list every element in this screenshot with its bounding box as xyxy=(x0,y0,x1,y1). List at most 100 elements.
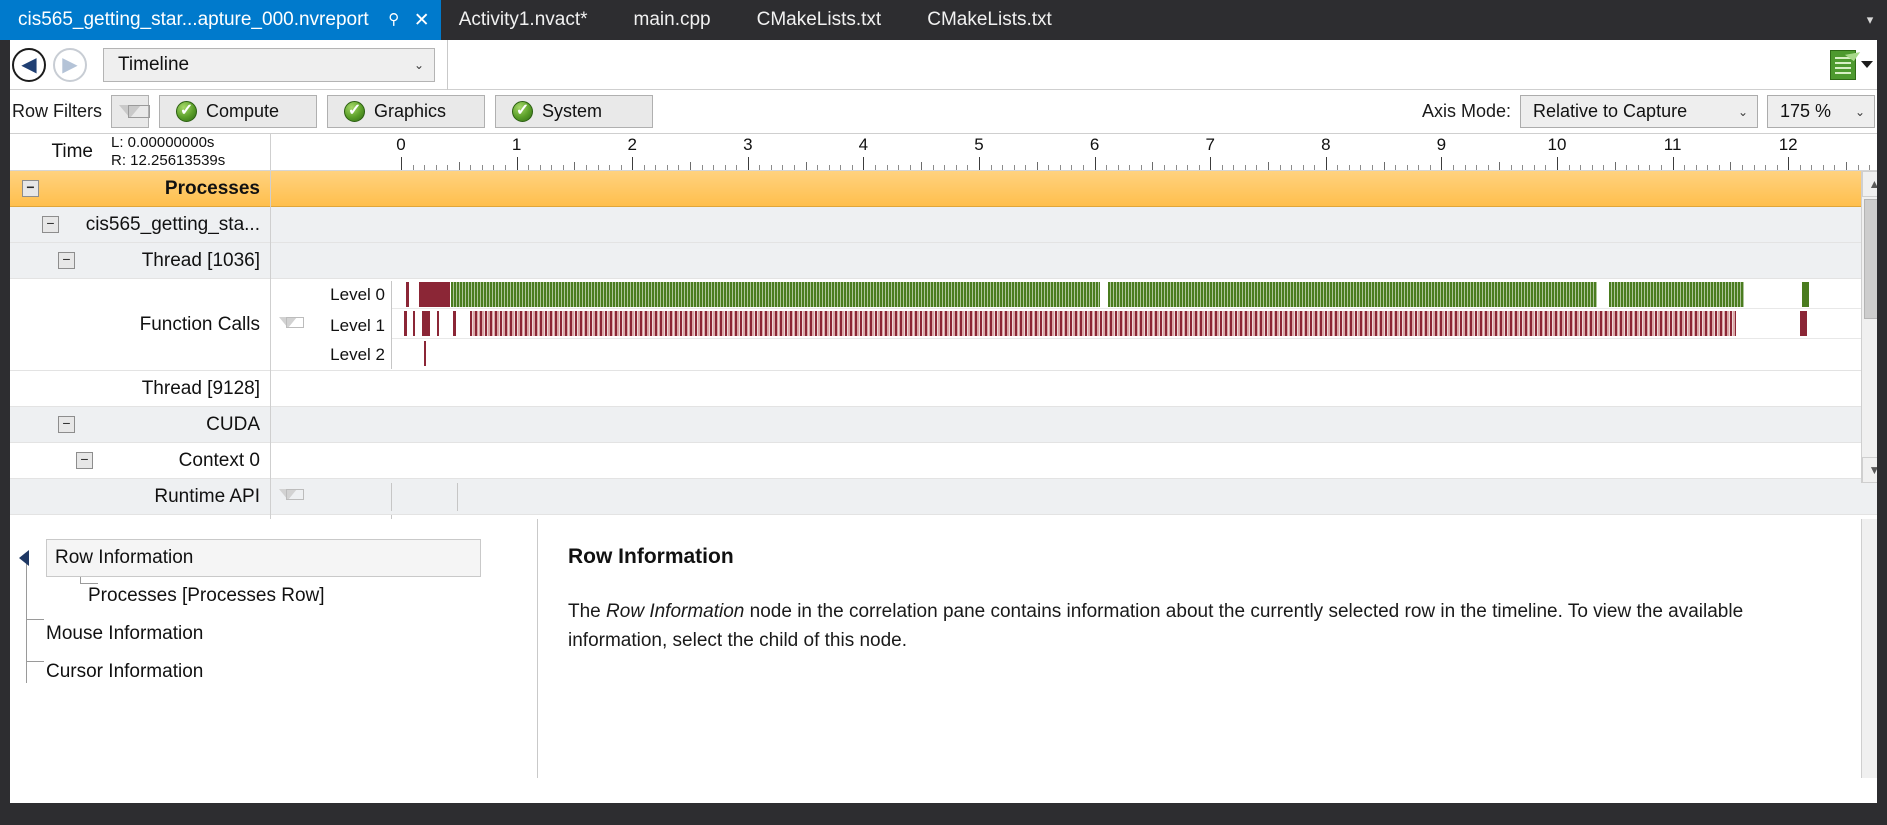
back-button[interactable]: ◀ xyxy=(12,47,46,82)
timeline-row-function-calls[interactable]: Function Calls xyxy=(0,279,270,371)
ruler-tick-minor xyxy=(828,165,830,170)
ruler-tick-minor xyxy=(574,162,576,170)
ruler-tick-minor xyxy=(1684,165,1686,170)
filter-graphics-button[interactable]: Graphics xyxy=(327,95,486,128)
lane-context-0[interactable] xyxy=(271,443,1887,479)
expander-icon[interactable]: − xyxy=(76,452,93,469)
timeline-lanes[interactable]: Level 0 Level 1 Level 2 xyxy=(270,171,1887,520)
pin-icon[interactable]: ⚲ xyxy=(381,7,407,33)
lane-function-calls[interactable]: Level 0 Level 1 Level 2 xyxy=(271,279,1887,371)
ruler-tick-major xyxy=(1788,157,1790,170)
timeline-span[interactable] xyxy=(405,282,410,307)
triangle-collapse-icon[interactable] xyxy=(19,550,29,566)
ruler-tick-minor xyxy=(1291,165,1293,170)
ruler-tick-minor xyxy=(874,165,876,170)
correlation-node-processes-row[interactable]: Processes [Processes Row] xyxy=(0,577,537,615)
ruler-tick-minor xyxy=(724,165,726,170)
timeline-row-processes[interactable]: − Processes xyxy=(0,171,270,207)
axis-mode-label: Axis Mode: xyxy=(1421,101,1511,121)
tab-main-cpp[interactable]: main.cpp xyxy=(616,0,739,40)
ruler-tick-minor xyxy=(1834,165,1836,170)
timeline-row-thread-1036[interactable]: − Thread [1036] xyxy=(0,243,270,279)
lane-cuda[interactable] xyxy=(271,407,1887,443)
timeline-span[interactable] xyxy=(1802,282,1809,307)
tab-label: CMakeLists.txt xyxy=(927,9,1052,30)
level-labels: Level 0 Level 1 Level 2 xyxy=(313,279,391,370)
correlation-node-cursor-information[interactable]: Cursor Information xyxy=(0,653,537,691)
report-tools-button[interactable] xyxy=(1830,40,1873,89)
lane-level-1[interactable] xyxy=(392,311,1887,336)
ruler-tick-minor xyxy=(562,165,564,170)
ruler-tick-label: 3 xyxy=(743,135,753,154)
zoom-level-select[interactable]: 175 % ⌄ xyxy=(1767,95,1875,128)
timeline-row-cuda[interactable]: − CUDA xyxy=(0,407,270,443)
tab-nvreport[interactable]: cis565_getting_star...apture_000.nvrepor… xyxy=(0,0,441,40)
axis-mode-select[interactable]: Relative to Capture ⌄ xyxy=(1520,95,1758,128)
row-label: cis565_getting_sta... xyxy=(85,213,260,235)
row-filter-funnel-button[interactable] xyxy=(111,95,151,128)
time-ruler[interactable]: 0 1 2 3 4 5 6 7 8 9 10 11 12 xyxy=(270,134,1887,170)
lane-filter-button[interactable] xyxy=(279,316,304,333)
node-label: Row Information xyxy=(55,547,194,568)
lane-level-2[interactable] xyxy=(392,341,1887,366)
timeline-span-ticks xyxy=(450,282,1101,307)
funnel-icon xyxy=(119,105,151,118)
filter-graphics-label: Graphics xyxy=(374,101,447,121)
tab-overflow-chevron-down-icon[interactable]: ▾ xyxy=(1853,0,1887,40)
ruler-tick-minor xyxy=(1499,162,1501,170)
lane-filter-button[interactable] xyxy=(279,488,304,505)
tab-cmakelists-1[interactable]: CMakeLists.txt xyxy=(739,0,910,40)
lane-thread-1036[interactable] xyxy=(271,243,1887,279)
timeline-row-context-0[interactable]: − Context 0 xyxy=(0,443,270,479)
lane-runtime-api[interactable] xyxy=(271,479,1887,515)
timeline-span[interactable] xyxy=(419,282,450,307)
ruler-tick-minor xyxy=(840,165,842,170)
expander-icon[interactable]: − xyxy=(22,180,39,197)
tab-activity1[interactable]: Activity1.nvact* xyxy=(441,0,616,40)
ruler-tick-minor xyxy=(1603,165,1605,170)
correlation-node-mouse-information[interactable]: Mouse Information xyxy=(0,615,537,653)
filter-system-button[interactable]: System xyxy=(495,95,654,128)
timeline-span[interactable] xyxy=(453,311,457,336)
expander-icon[interactable]: − xyxy=(42,216,59,233)
ruler-tick-major xyxy=(747,157,749,170)
ruler-tick-minor xyxy=(1822,165,1824,170)
ruler-tick-label: 12 xyxy=(1778,135,1798,154)
ruler-tick-minor xyxy=(1395,165,1397,170)
tab-label: CMakeLists.txt xyxy=(756,9,882,30)
ruler-tick-minor xyxy=(1707,165,1709,170)
ruler-tick-minor xyxy=(1649,165,1651,170)
check-circle-icon xyxy=(176,100,198,122)
timeline-span[interactable] xyxy=(1799,311,1807,336)
ruler-tick-minor xyxy=(1106,165,1108,170)
timeline-span[interactable] xyxy=(424,341,427,366)
chevron-down-icon[interactable] xyxy=(1861,61,1873,68)
timeline-row-thread-9128[interactable]: Thread [9128] xyxy=(0,371,270,407)
timeline-row-process-name[interactable]: − cis565_getting_sta... xyxy=(0,207,270,243)
view-selector[interactable]: Timeline ⌄ xyxy=(103,47,435,82)
forward-button[interactable]: ▶ xyxy=(53,47,87,82)
time-label: Time xyxy=(51,141,93,162)
timeline-span[interactable] xyxy=(404,311,407,336)
ruler-tick-minor xyxy=(690,162,691,170)
timeline-row-runtime-api[interactable]: Runtime API xyxy=(0,479,270,515)
lane-thread-9128[interactable] xyxy=(271,371,1887,407)
ruler-tick-minor xyxy=(713,165,715,170)
ruler-tick-minor xyxy=(1244,165,1246,170)
lane-process-name[interactable] xyxy=(271,207,1887,243)
lane-level-0[interactable] xyxy=(392,282,1887,307)
timeline-span[interactable] xyxy=(436,311,440,336)
close-icon[interactable]: ✕ xyxy=(409,7,435,33)
ruler-tick-minor xyxy=(1129,165,1131,170)
ruler-tick-minor xyxy=(678,165,680,170)
expander-icon[interactable]: − xyxy=(58,252,75,269)
node-label: Processes [Processes Row] xyxy=(88,585,325,606)
ruler-tick-minor xyxy=(528,165,530,170)
correlation-node-row-information[interactable]: Row Information xyxy=(19,539,481,577)
tab-cmakelists-2[interactable]: CMakeLists.txt xyxy=(909,0,1080,40)
expander-icon[interactable]: − xyxy=(58,416,75,433)
lane-processes[interactable] xyxy=(271,171,1887,207)
timeline-span[interactable] xyxy=(412,311,415,336)
filter-compute-button[interactable]: Compute xyxy=(159,95,318,128)
timeline-span[interactable] xyxy=(421,311,430,336)
